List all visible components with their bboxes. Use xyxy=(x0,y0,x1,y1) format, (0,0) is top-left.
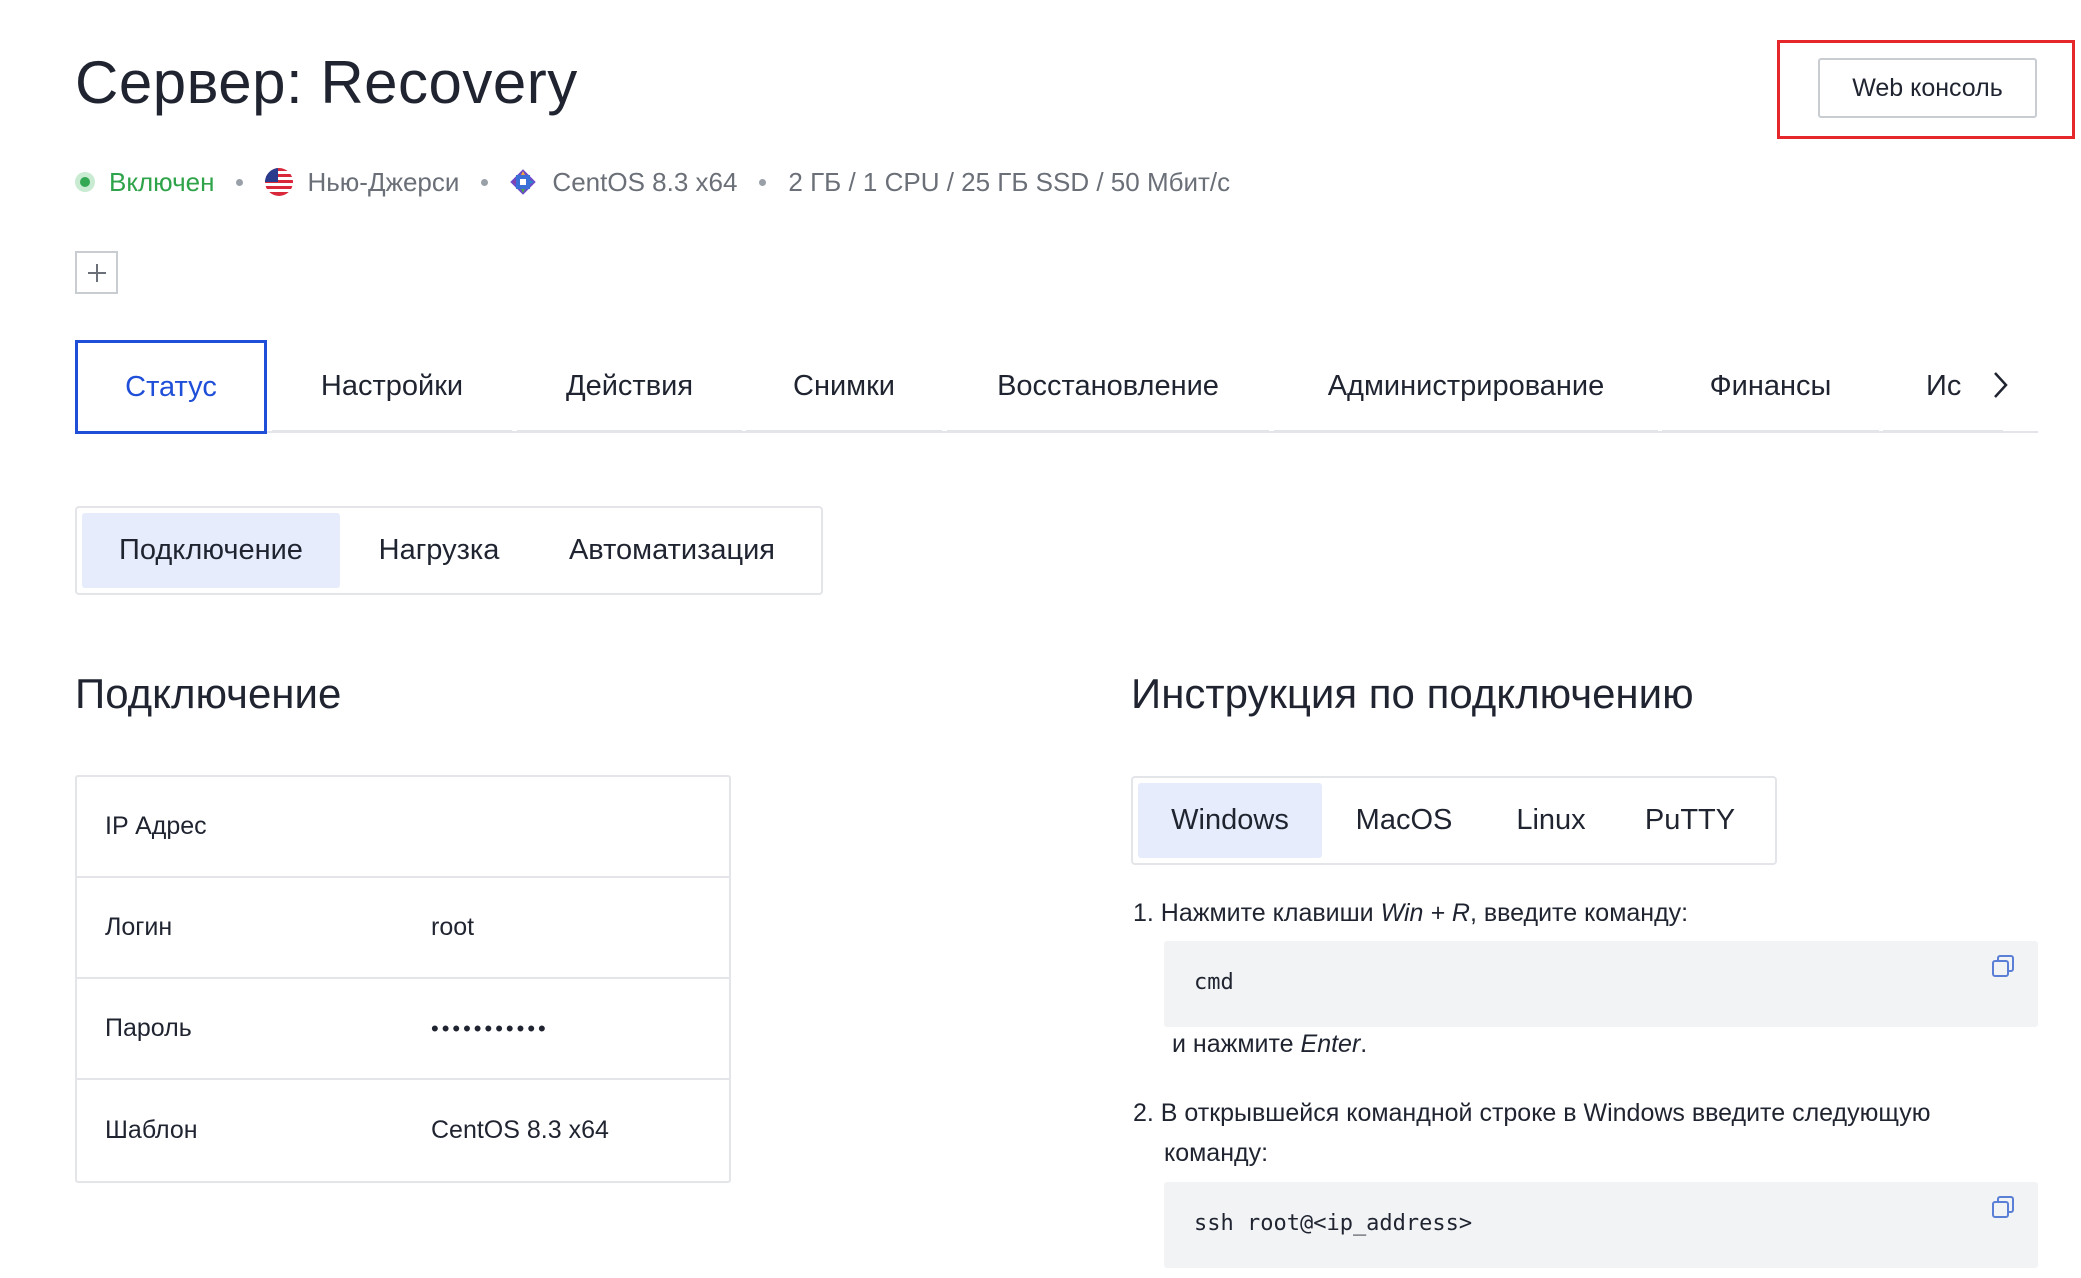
row-key: Логин xyxy=(105,913,173,941)
specs-text: 2 ГБ / 1 CPU / 25 ГБ SSD / 50 Мбит/с xyxy=(788,166,1231,197)
page-title: Сервер: Recovery xyxy=(75,49,578,116)
code-text: cmd xyxy=(1194,970,1234,995)
us-flag-icon xyxy=(265,168,294,196)
web-console-button[interactable]: Web консоль xyxy=(1818,58,2037,118)
os-item: CentOS 8.3 x64 xyxy=(510,167,737,198)
status-text: Включен xyxy=(109,166,215,197)
plus-icon xyxy=(87,263,106,282)
row-key: IP Адрес xyxy=(105,812,207,840)
tab-administration[interactable]: Администрирование xyxy=(1274,342,1658,432)
chevron-right-icon xyxy=(1994,372,2008,398)
copy-icon[interactable] xyxy=(1990,1194,2016,1226)
table-row: Шаблон CentOS 8.3 x64 xyxy=(77,1080,729,1181)
centos-icon xyxy=(510,169,537,195)
tab-macos[interactable]: MacOS xyxy=(1322,783,1486,858)
tabs-next-button[interactable] xyxy=(1980,365,2020,405)
os-text: CentOS 8.3 x64 xyxy=(552,166,738,197)
password-value[interactable]: ••••••••••• xyxy=(431,1016,549,1042)
os-subtabs: Windows MacOS Linux PuTTY xyxy=(1131,776,1777,865)
status-item: Включен xyxy=(75,167,214,198)
tab-windows[interactable]: Windows xyxy=(1138,783,1322,858)
location-item: Нью-Джерси xyxy=(265,167,459,198)
table-row: Пароль ••••••••••• xyxy=(77,979,729,1080)
subtab-load[interactable]: Нагрузка xyxy=(340,513,538,588)
tab-actions[interactable]: Действия xyxy=(517,342,742,432)
row-key: Пароль xyxy=(105,1014,192,1042)
meta-separator xyxy=(236,178,244,186)
tab-finance[interactable]: Финансы xyxy=(1662,342,1879,432)
table-row: Логин root xyxy=(77,878,729,979)
step-1-after: и нажмите Enter. xyxy=(1172,1030,1368,1058)
copy-icon[interactable] xyxy=(1990,953,2016,985)
tab-settings[interactable]: Настройки xyxy=(272,342,512,432)
connection-table: IP Адрес Логин root Пароль ••••••••••• Ш… xyxy=(75,775,731,1183)
tab-linux[interactable]: Linux xyxy=(1486,783,1616,858)
status-subtabs: Подключение Нагрузка Автоматизация xyxy=(75,506,823,595)
row-value[interactable]: root xyxy=(431,913,474,942)
status-dot-icon xyxy=(75,172,95,192)
add-button[interactable] xyxy=(75,251,118,294)
tab-recovery[interactable]: Восстановление xyxy=(947,342,1269,432)
connection-heading: Подключение xyxy=(75,670,342,717)
code-block-ssh: ssh root@<ip_address> xyxy=(1164,1182,2038,1268)
meta-separator xyxy=(481,178,489,186)
tab-putty[interactable]: PuTTY xyxy=(1616,783,1764,858)
code-block-cmd: cmd xyxy=(1164,941,2038,1027)
row-key: Шаблон xyxy=(105,1116,198,1144)
subtab-connection[interactable]: Подключение xyxy=(82,513,340,588)
meta-separator xyxy=(759,178,767,186)
instructions-heading: Инструкция по подключению xyxy=(1131,670,1694,717)
code-text: ssh root@<ip_address> xyxy=(1194,1211,1473,1236)
step-2-text: 2. В открывшейся командной строке в Wind… xyxy=(1133,1099,1931,1167)
location-text: Нью-Джерси xyxy=(307,166,460,197)
page: Сервер: Recovery Web консоль Включен Нью… xyxy=(0,0,2081,1278)
subtab-automation[interactable]: Автоматизация xyxy=(538,513,806,588)
server-meta: Включен Нью-Джерси CentOS 8.3 x64 2 ГБ /… xyxy=(75,164,1230,200)
row-value[interactable]: CentOS 8.3 x64 xyxy=(431,1116,609,1145)
table-row: IP Адрес xyxy=(77,777,729,878)
tab-status[interactable]: Статус xyxy=(75,340,267,434)
step-1-text: 1. Нажмите клавиши Win + R, введите кома… xyxy=(1133,899,1689,927)
tab-snapshots[interactable]: Снимки xyxy=(746,342,942,432)
